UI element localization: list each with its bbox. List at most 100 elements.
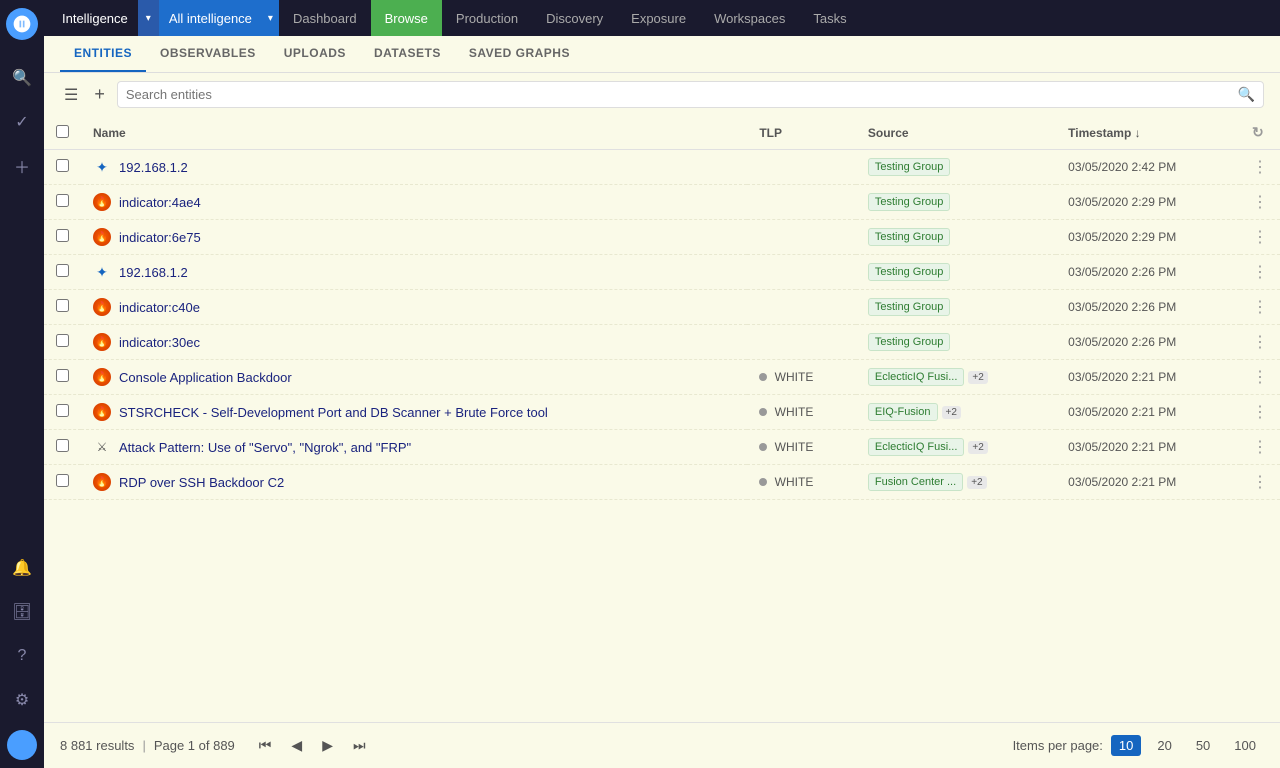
more-options-button[interactable]: ⋮ xyxy=(1252,264,1268,281)
prev-page-button[interactable]: ◀ xyxy=(283,733,310,758)
row-checkbox[interactable] xyxy=(56,159,69,172)
last-page-button[interactable]: ⏭ xyxy=(345,733,374,758)
sidebar-search-icon[interactable]: 🔍 xyxy=(4,60,40,96)
row-name[interactable]: STSRCHECK - Self-Development Port and DB… xyxy=(119,405,548,420)
next-page-button[interactable]: ▶ xyxy=(314,733,341,758)
table-row: 🔥indicator:6e75Testing Group03/05/2020 2… xyxy=(44,220,1280,255)
sidebar-database-icon[interactable]: 🗄 xyxy=(4,594,40,630)
intelligence-dropdown-arrow[interactable]: ▾ xyxy=(138,0,159,36)
filter-button[interactable]: ☰ xyxy=(60,83,82,107)
row-checkbox[interactable] xyxy=(56,299,69,312)
row-action-cell: ⋮ xyxy=(1240,430,1280,465)
more-options-button[interactable]: ⋮ xyxy=(1252,404,1268,421)
all-intelligence-nav-item[interactable]: All intelligence xyxy=(159,0,262,36)
row-action-cell: ⋮ xyxy=(1240,255,1280,290)
sidebar-notifications-icon[interactable]: 🔔 xyxy=(4,550,40,586)
source-badge[interactable]: Testing Group xyxy=(868,158,950,176)
row-checkbox-cell xyxy=(44,395,81,430)
per-page-100[interactable]: 100 xyxy=(1226,735,1264,756)
nav-dashboard[interactable]: Dashboard xyxy=(279,0,371,36)
tab-uploads[interactable]: UPLOADS xyxy=(270,36,360,72)
search-input[interactable] xyxy=(126,87,1238,102)
nav-exposure[interactable]: Exposure xyxy=(617,0,700,36)
all-intelligence-dropdown-arrow[interactable]: ▾ xyxy=(262,0,279,36)
star-icon: ✦ xyxy=(93,158,111,176)
intelligence-nav-item[interactable]: Intelligence xyxy=(52,0,138,36)
tab-saved-graphs[interactable]: SAVED GRAPHS xyxy=(455,36,584,72)
more-options-button[interactable]: ⋮ xyxy=(1252,334,1268,351)
user-avatar[interactable] xyxy=(7,730,37,760)
nav-production[interactable]: Production xyxy=(442,0,532,36)
row-checkbox[interactable] xyxy=(56,474,69,487)
more-options-button[interactable]: ⋮ xyxy=(1252,299,1268,316)
tab-entities[interactable]: ENTITIES xyxy=(60,36,146,72)
row-action-cell: ⋮ xyxy=(1240,150,1280,185)
row-tlp-cell xyxy=(747,255,856,290)
sidebar-add-icon[interactable]: ＋ xyxy=(4,148,40,184)
row-name[interactable]: indicator:30ec xyxy=(119,335,200,350)
row-checkbox-cell xyxy=(44,290,81,325)
table-row: ⚔Attack Pattern: Use of "Servo", "Ngrok"… xyxy=(44,430,1280,465)
row-action-cell: ⋮ xyxy=(1240,395,1280,430)
row-checkbox-cell xyxy=(44,150,81,185)
row-checkbox[interactable] xyxy=(56,369,69,382)
sidebar-logo[interactable] xyxy=(6,8,38,40)
row-checkbox[interactable] xyxy=(56,334,69,347)
sidebar-help-icon[interactable]: ? xyxy=(4,638,40,674)
source-badge[interactable]: Testing Group xyxy=(868,298,950,316)
row-checkbox[interactable] xyxy=(56,229,69,242)
table-row: 🔥RDP over SSH Backdoor C2 WHITEFusion Ce… xyxy=(44,465,1280,500)
row-name[interactable]: RDP over SSH Backdoor C2 xyxy=(119,475,284,490)
more-options-button[interactable]: ⋮ xyxy=(1252,194,1268,211)
source-badge[interactable]: Testing Group xyxy=(868,263,950,281)
tab-observables[interactable]: OBSERVABLES xyxy=(146,36,270,72)
row-checkbox[interactable] xyxy=(56,439,69,452)
more-options-button[interactable]: ⋮ xyxy=(1252,369,1268,386)
source-badge[interactable]: EclecticIQ Fusi... xyxy=(868,438,965,456)
row-checkbox[interactable] xyxy=(56,194,69,207)
source-badge[interactable]: EclecticIQ Fusi... xyxy=(868,368,965,386)
source-badge[interactable]: EIQ-Fusion xyxy=(868,403,938,421)
row-checkbox[interactable] xyxy=(56,404,69,417)
nav-browse[interactable]: Browse xyxy=(371,0,442,36)
tab-datasets[interactable]: DATASETS xyxy=(360,36,455,72)
row-name[interactable]: indicator:4ae4 xyxy=(119,195,201,210)
sidebar-check-icon[interactable]: ✓ xyxy=(4,104,40,140)
more-options-button[interactable]: ⋮ xyxy=(1252,229,1268,246)
row-name[interactable]: 192.168.1.2 xyxy=(119,265,188,280)
row-source-cell: EIQ-Fusion+2 xyxy=(856,395,1056,430)
row-name[interactable]: Attack Pattern: Use of "Servo", "Ngrok",… xyxy=(119,440,411,455)
per-page-20[interactable]: 20 xyxy=(1149,735,1179,756)
first-page-button[interactable]: ⏮ xyxy=(251,733,280,758)
source-badge[interactable]: Testing Group xyxy=(868,333,950,351)
per-page-50[interactable]: 50 xyxy=(1188,735,1218,756)
select-all-checkbox[interactable] xyxy=(56,125,69,138)
source-badge[interactable]: Fusion Center ... xyxy=(868,473,963,491)
row-name[interactable]: 192.168.1.2 xyxy=(119,160,188,175)
row-action-cell: ⋮ xyxy=(1240,360,1280,395)
more-options-button[interactable]: ⋮ xyxy=(1252,159,1268,176)
nav-workspaces[interactable]: Workspaces xyxy=(700,0,799,36)
entities-table: Name TLP Source Timestamp ↓ ↻ ✦ 192.168.1… xyxy=(44,116,1280,500)
add-entity-button[interactable]: + xyxy=(90,82,109,107)
nav-tasks[interactable]: Tasks xyxy=(799,0,860,36)
row-name-cell: ⚔Attack Pattern: Use of "Servo", "Ngrok"… xyxy=(81,430,747,465)
row-checkbox[interactable] xyxy=(56,264,69,277)
nav-discovery[interactable]: Discovery xyxy=(532,0,617,36)
more-options-button[interactable]: ⋮ xyxy=(1252,439,1268,456)
row-name[interactable]: Console Application Backdoor xyxy=(119,370,292,385)
header-timestamp[interactable]: Timestamp ↓ xyxy=(1056,116,1240,150)
source-badge[interactable]: Testing Group xyxy=(868,193,950,211)
row-name[interactable]: indicator:6e75 xyxy=(119,230,201,245)
reload-icon[interactable]: ↻ xyxy=(1252,124,1264,140)
sidebar-settings-icon[interactable]: ⚙ xyxy=(4,682,40,718)
row-name[interactable]: indicator:c40e xyxy=(119,300,200,315)
per-page-10[interactable]: 10 xyxy=(1111,735,1141,756)
row-tlp-cell xyxy=(747,325,856,360)
source-badge[interactable]: Testing Group xyxy=(868,228,950,246)
row-source-cell: EclecticIQ Fusi...+2 xyxy=(856,360,1056,395)
row-name-cell: 🔥indicator:30ec xyxy=(81,325,747,360)
more-options-button[interactable]: ⋮ xyxy=(1252,474,1268,491)
table-row: 🔥indicator:c40eTesting Group03/05/2020 2… xyxy=(44,290,1280,325)
table-header-row: Name TLP Source Timestamp ↓ ↻ xyxy=(44,116,1280,150)
